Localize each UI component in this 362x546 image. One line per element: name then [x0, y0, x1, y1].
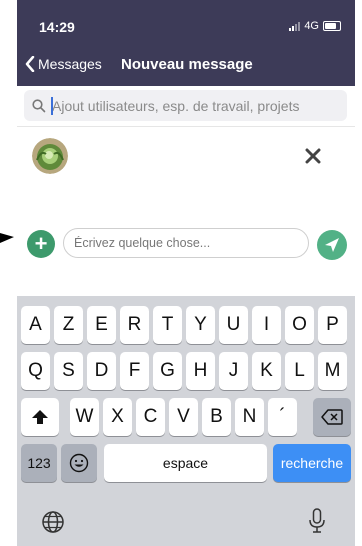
close-icon: [305, 148, 321, 164]
search-field[interactable]: [24, 90, 347, 121]
status-bar: 14:29 4G: [17, 0, 355, 44]
key-accent[interactable]: ´: [268, 398, 297, 436]
shift-arrow-icon: [32, 410, 48, 424]
back-label: Messages: [38, 56, 102, 72]
space-key[interactable]: espace: [104, 444, 267, 482]
search-icon: [32, 98, 46, 112]
search-bar: [17, 86, 355, 127]
key-h[interactable]: H: [186, 352, 215, 390]
key-l[interactable]: L: [285, 352, 314, 390]
cabbage-avatar-icon: [32, 138, 68, 174]
delete-key[interactable]: [313, 398, 351, 436]
numbers-key[interactable]: 123: [21, 444, 57, 482]
emoji-icon: [69, 453, 89, 473]
message-input[interactable]: [63, 228, 309, 258]
key-v[interactable]: V: [169, 398, 198, 436]
key-b[interactable]: B: [202, 398, 231, 436]
key-o[interactable]: O: [285, 306, 314, 344]
microphone-icon: [309, 508, 325, 533]
key-r[interactable]: R: [120, 306, 149, 344]
key-c[interactable]: C: [136, 398, 165, 436]
key-i[interactable]: I: [252, 306, 281, 344]
key-x[interactable]: X: [103, 398, 132, 436]
globe-key[interactable]: [41, 510, 67, 536]
remove-recipient-button[interactable]: [305, 142, 321, 168]
key-s[interactable]: S: [54, 352, 83, 390]
search-action-key[interactable]: recherche: [273, 444, 351, 482]
key-g[interactable]: G: [153, 352, 182, 390]
key-q[interactable]: Q: [21, 352, 50, 390]
dictation-key[interactable]: [308, 508, 328, 536]
key-m[interactable]: M: [318, 352, 347, 390]
back-button[interactable]: Messages: [25, 56, 102, 72]
text-cursor: [51, 97, 53, 115]
globe-icon: [42, 511, 64, 533]
send-icon: [325, 238, 339, 252]
recipient-avatar[interactable]: [32, 138, 68, 174]
key-p[interactable]: P: [318, 306, 347, 344]
status-time: 14:29: [39, 19, 75, 35]
chevron-left-icon: [25, 56, 35, 72]
key-y[interactable]: Y: [186, 306, 215, 344]
key-j[interactable]: J: [219, 352, 248, 390]
emoji-key[interactable]: [61, 444, 97, 482]
key-d[interactable]: D: [87, 352, 116, 390]
plus-icon: +: [34, 231, 48, 256]
key-n[interactable]: N: [235, 398, 264, 436]
backspace-icon: [321, 409, 343, 425]
search-input[interactable]: [50, 96, 344, 115]
key-a[interactable]: A: [21, 306, 50, 344]
shift-key[interactable]: [21, 398, 59, 436]
status-indicators: 4G: [289, 20, 341, 32]
key-f[interactable]: F: [120, 352, 149, 390]
signal-icon: [289, 21, 301, 31]
key-k[interactable]: K: [252, 352, 281, 390]
key-u[interactable]: U: [219, 306, 248, 344]
key-w[interactable]: W: [70, 398, 99, 436]
add-attachment-button[interactable]: +: [27, 230, 55, 258]
send-button[interactable]: [317, 230, 347, 260]
network-label: 4G: [304, 20, 319, 32]
battery-icon: [323, 21, 341, 31]
key-z[interactable]: Z: [54, 306, 83, 344]
keyboard: A Z E R T Y U I O P Q S D F G H J K L M …: [17, 296, 355, 546]
page-title: Nouveau message: [121, 56, 253, 73]
key-e[interactable]: E: [87, 306, 116, 344]
phone-screen: 14:29 4G Messages Nouveau message Ajout …: [17, 0, 355, 546]
key-t[interactable]: T: [153, 306, 182, 344]
nav-bar: Messages Nouveau message: [17, 44, 355, 86]
pointer-arrow-icon: [0, 233, 14, 243]
